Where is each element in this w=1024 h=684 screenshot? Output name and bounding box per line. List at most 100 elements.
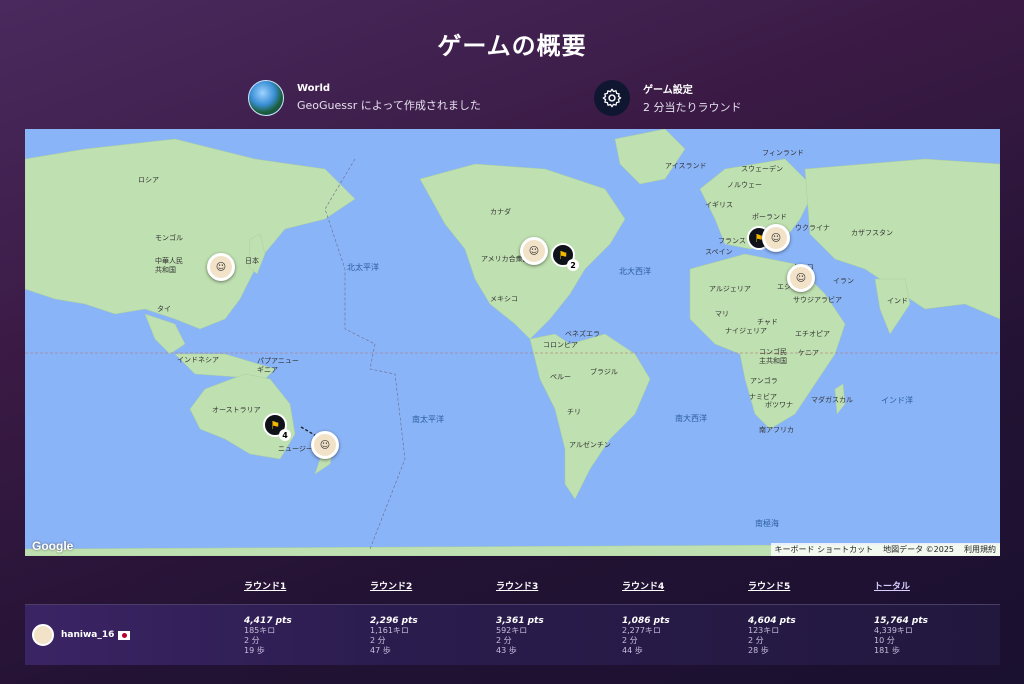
world-map[interactable]: ロシア モンゴル 中華人民共和国 日本 タイ インドネシア パプアニューギニア … [25, 129, 1000, 556]
map-label-country: 中華人民共和国 [155, 257, 183, 274]
location-flag-marker[interactable]: ⚑ 2 [551, 243, 579, 271]
page-title: ゲームの概要 [437, 32, 587, 60]
round-points: 4,604 pts [748, 616, 796, 626]
guess-marker-avatar[interactable]: ☺ [520, 237, 548, 265]
round-points: 4,417 pts [244, 616, 292, 626]
map-label-country: ナイジェリア [725, 327, 767, 335]
terms-link[interactable]: 利用規約 [964, 544, 996, 555]
map-label-country: 日本 [245, 257, 259, 265]
map-label-country: メキシコ [490, 295, 518, 303]
round-cell: 1,086 pts 2,277キロ 2 分 44 歩 [622, 616, 670, 656]
map-canvas [25, 129, 1000, 556]
map-label-country: スウェーデン [741, 165, 783, 173]
map-label-country: ポーランド [752, 213, 787, 221]
player-name[interactable]: haniwa_16 [61, 630, 114, 640]
round-points: 3,361 pts [496, 616, 544, 626]
map-info: World GeoGuessr によって作成されました [248, 80, 481, 116]
map-name[interactable]: World [297, 83, 481, 94]
settings-label: ゲーム設定 [643, 85, 693, 96]
map-label-country: マダガスカル [811, 396, 853, 404]
round-steps: 43 歩 [496, 646, 517, 655]
map-attribution: キーボード ショートカット 地図データ ©2025 利用規約 [770, 543, 1000, 556]
japan-flag-icon [118, 631, 130, 640]
map-label-country: アルジェリア [709, 285, 751, 293]
results-header: ラウンド1 ラウンド2 ラウンド3 ラウンド4 ラウンド5 トータル [25, 570, 1000, 605]
map-label-country: カナダ [490, 208, 511, 216]
round-steps: 47 歩 [370, 646, 391, 655]
map-label-ocean: 北大西洋 [619, 267, 651, 276]
map-label-country: フランス [718, 237, 746, 245]
map-label-country: モンゴル [155, 234, 183, 242]
total-time: 10 分 [874, 636, 895, 645]
total-steps: 181 歩 [874, 646, 900, 655]
round-cell: 4,604 pts 123キロ 2 分 28 歩 [748, 616, 796, 656]
map-label-country: インドネシア [177, 356, 219, 364]
total-points: 15,764 pts [874, 616, 928, 626]
guess-marker-avatar[interactable]: ☺ [311, 431, 339, 459]
map-label-ocean: 南極海 [755, 519, 779, 528]
round-time: 2 分 [622, 636, 638, 645]
map-label-country: パプアニューギニア [257, 357, 299, 374]
map-creator: GeoGuessr によって作成されました [297, 99, 481, 112]
map-label-country: ペルー [550, 373, 571, 381]
round-distance: 1,161キロ [370, 626, 409, 635]
map-label-country: アルゼンチン [569, 441, 611, 449]
guess-marker-avatar[interactable]: ☺ [787, 264, 815, 292]
round-header[interactable]: ラウンド3 [496, 579, 538, 592]
round-cell: 3,361 pts 592キロ 2 分 43 歩 [496, 616, 544, 656]
map-label-country: ブラジル [590, 368, 618, 376]
map-label-country: ロシア [138, 176, 159, 184]
total-header[interactable]: トータル [874, 579, 910, 592]
round-points: 1,086 pts [622, 616, 670, 626]
map-label-country: インド [887, 297, 908, 305]
map-label-country: サウジアラビア [793, 296, 842, 304]
map-label-country: ボツワナ [765, 401, 793, 409]
round-cell: 2,296 pts 1,161キロ 2 分 47 歩 [370, 616, 418, 656]
gear-icon [594, 80, 630, 116]
map-label-country: オーストラリア [212, 406, 261, 414]
map-label-country: マリ [715, 310, 729, 318]
google-logo: Google [32, 539, 74, 553]
round-steps: 44 歩 [622, 646, 643, 655]
map-label-country: アンゴラ [750, 377, 778, 385]
round-number-badge: 2 [567, 259, 579, 271]
guess-marker-avatar[interactable]: ☺ [207, 253, 235, 281]
round-time: 2 分 [748, 636, 764, 645]
map-label-ocean: インド洋 [881, 396, 913, 405]
total-cell: 15,764 pts 4,339キロ 10 分 181 歩 [874, 616, 928, 656]
map-label-country: エチオピア [795, 330, 830, 338]
game-settings: ゲーム設定 2 分当たりラウンド [594, 80, 742, 116]
map-label-country: ノルウェー [727, 181, 762, 189]
map-data-copyright: 地図データ ©2025 [883, 545, 954, 554]
avatar[interactable] [32, 624, 54, 646]
round-distance: 592キロ [496, 626, 528, 635]
map-label-country: ウクライナ [795, 224, 830, 232]
map-label-country: コロンビア [543, 341, 578, 349]
keyboard-shortcuts-link[interactable]: キーボード ショートカット [775, 544, 874, 555]
round-points: 2,296 pts [370, 616, 418, 626]
round-header[interactable]: ラウンド4 [622, 579, 664, 592]
settings-value: 2 分当たりラウンド [643, 101, 742, 114]
location-flag-marker[interactable]: ⚑ 4 [263, 413, 291, 441]
round-header[interactable]: ラウンド1 [244, 579, 286, 592]
flag-icon: ⚑ [270, 418, 280, 432]
round-time: 2 分 [496, 636, 512, 645]
map-label-country: イラン [833, 277, 854, 285]
map-label-country: チリ [567, 408, 581, 416]
map-label-country: フィンランド [762, 149, 804, 157]
round-steps: 19 歩 [244, 646, 265, 655]
results-table: ラウンド1 ラウンド2 ラウンド3 ラウンド4 ラウンド5 トータル haniw… [25, 570, 1000, 665]
map-label-country: ケニア [798, 349, 819, 357]
round-distance: 2,277キロ [622, 626, 661, 635]
round-header[interactable]: ラウンド5 [748, 579, 790, 592]
round-header[interactable]: ラウンド2 [370, 579, 412, 592]
map-label-country: イギリス [705, 201, 733, 209]
guess-marker-avatar[interactable]: ☺ [762, 224, 790, 252]
round-distance: 185キロ [244, 626, 276, 635]
flag-icon: ⚑ [558, 248, 568, 262]
total-distance: 4,339キロ [874, 626, 913, 635]
map-label-country: タイ [157, 305, 171, 313]
round-cell: 4,417 pts 185キロ 2 分 19 歩 [244, 616, 292, 656]
map-label-country: コンゴ民主共和国 [759, 348, 787, 365]
round-number-badge: 4 [279, 429, 291, 441]
